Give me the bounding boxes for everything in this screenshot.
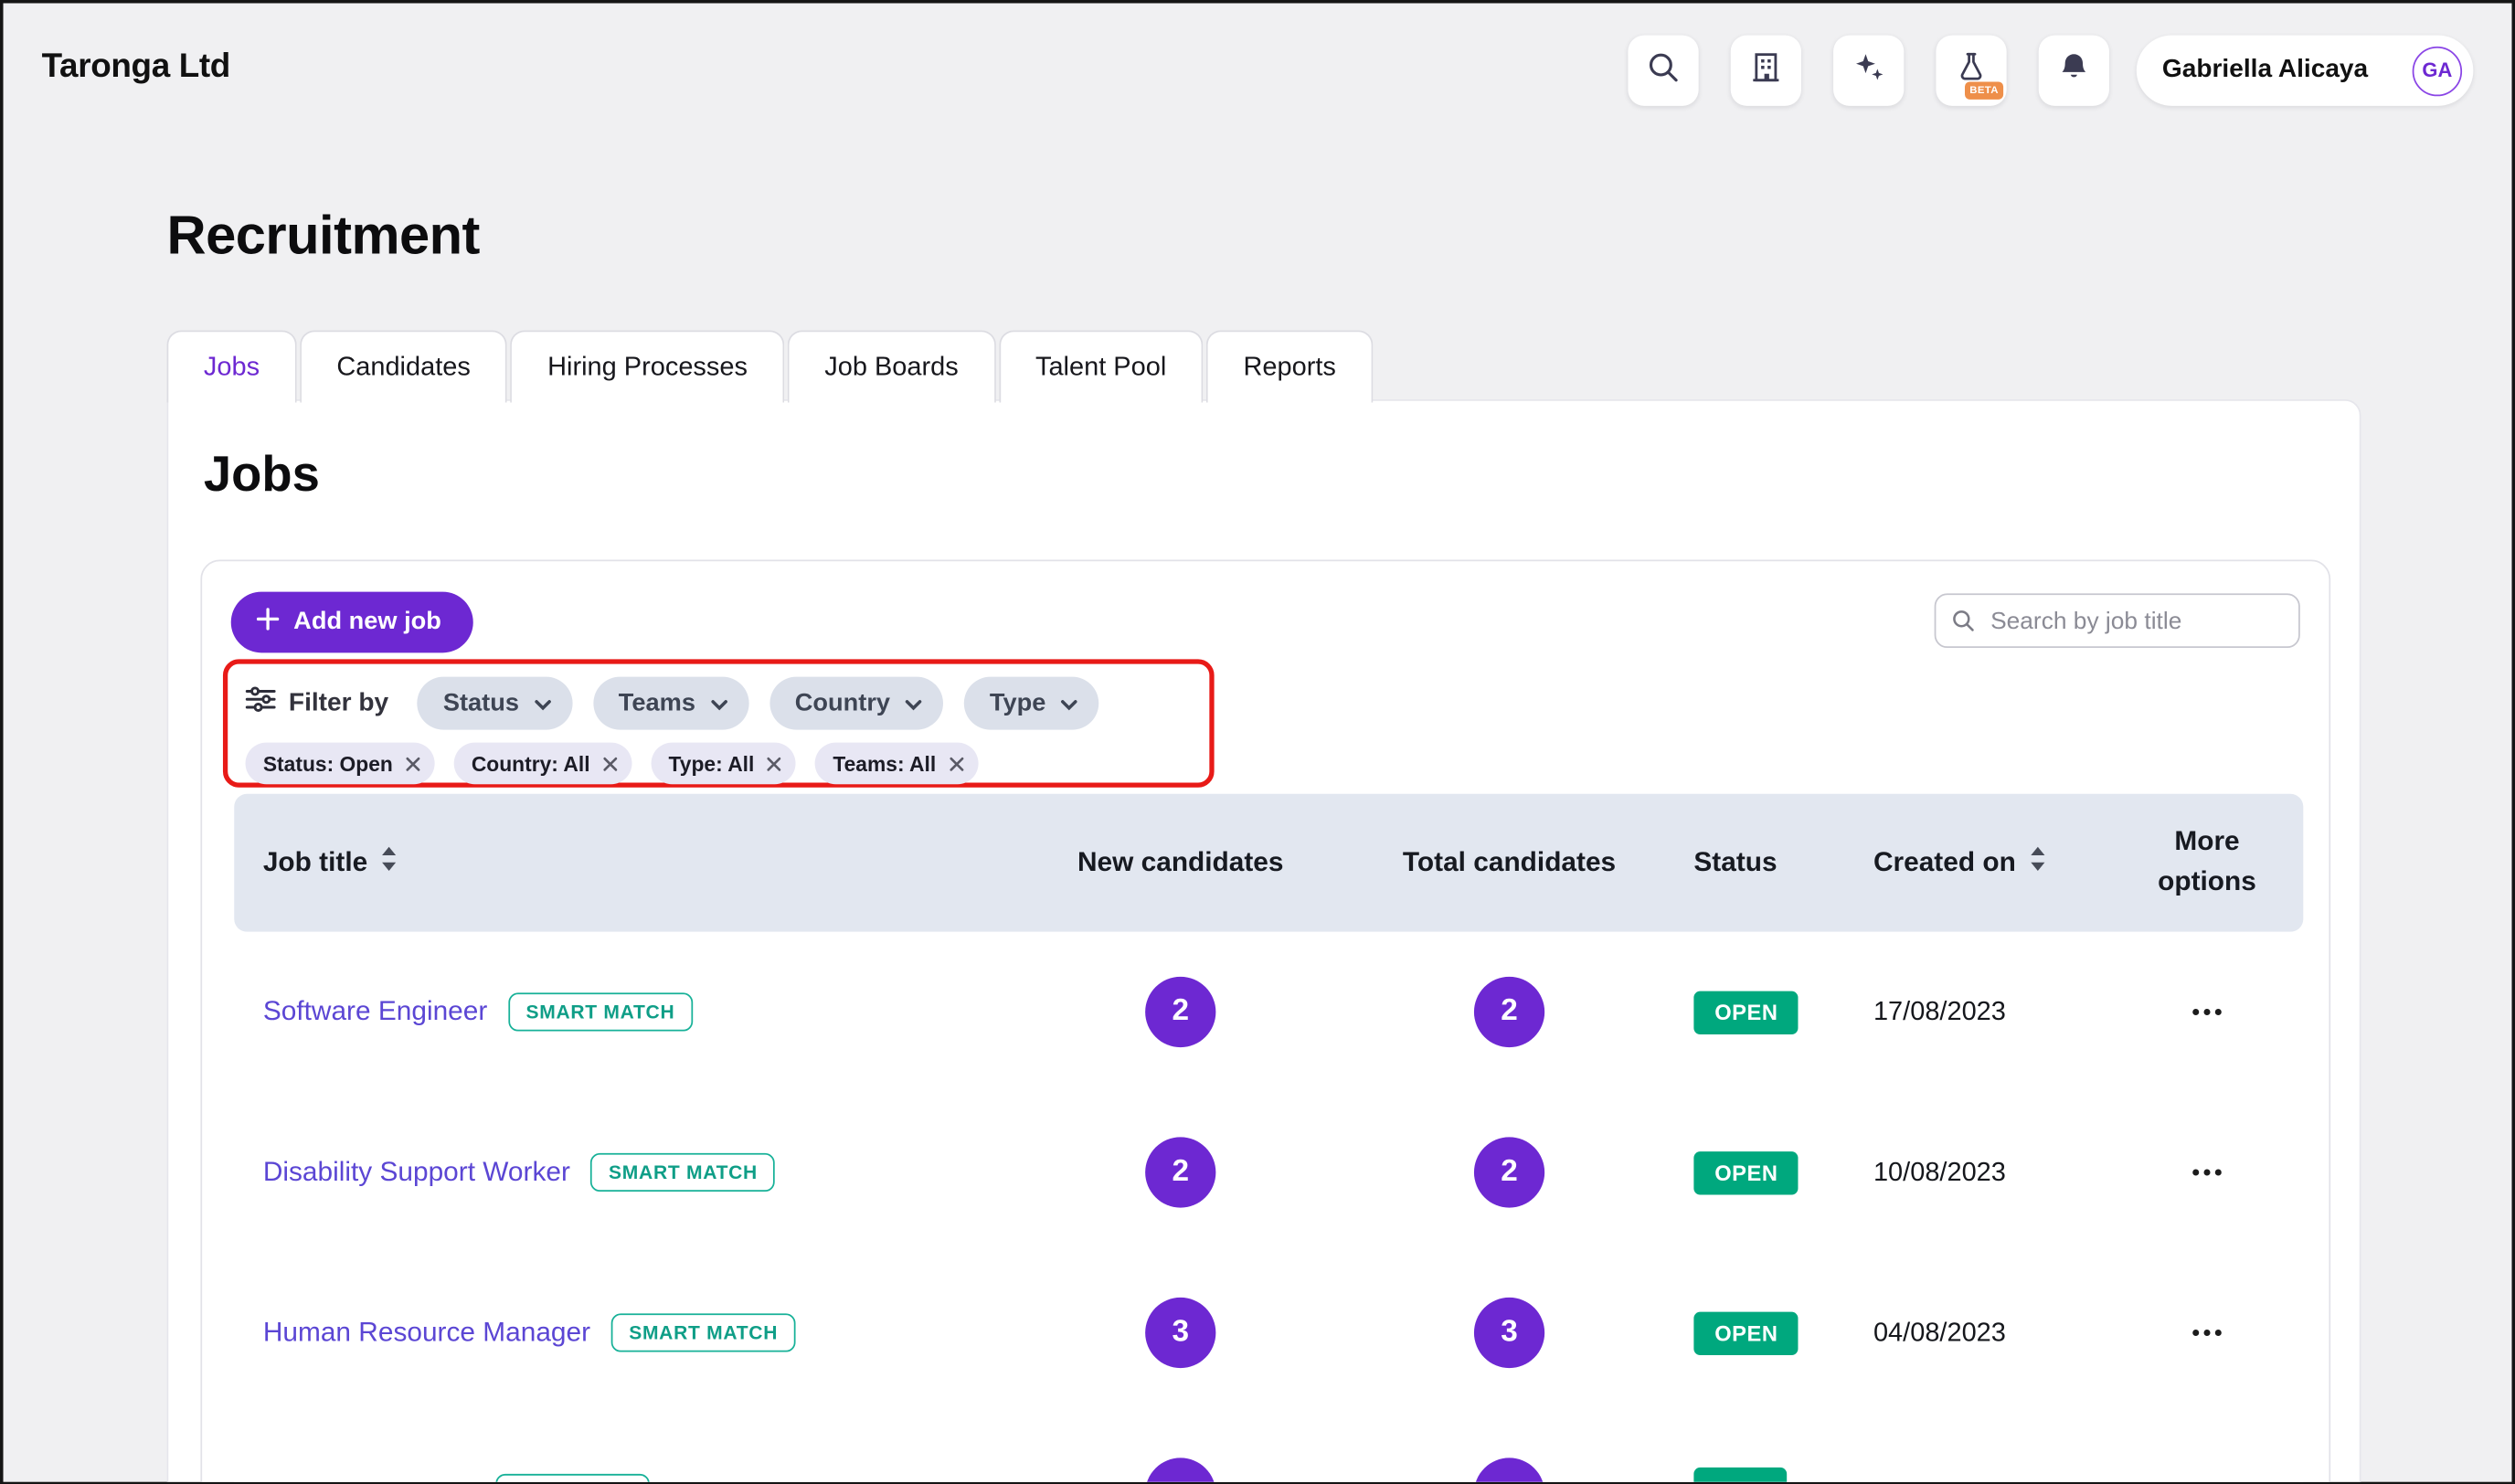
new-candidates-count[interactable]: 2	[1145, 977, 1215, 1047]
tab-job-boards[interactable]: Job Boards	[788, 331, 995, 403]
created-on-date: 04/08/2023	[1822, 1318, 2111, 1348]
add-new-job-button[interactable]: Add new job	[231, 592, 473, 653]
jobs-panel: Jobs Add new job	[167, 399, 2361, 1484]
filter-chip-type-all[interactable]: Type: All	[651, 743, 796, 785]
chevron-down-icon	[534, 689, 551, 718]
new-candidates-count[interactable]	[1145, 1458, 1215, 1484]
total-candidates-count[interactable]: 2	[1474, 1137, 1544, 1207]
plus-icon	[257, 607, 280, 637]
jobs-card: Add new job Filter by	[200, 560, 2330, 1484]
company-name: Taronga Ltd	[42, 48, 230, 87]
filter-chip-country-all[interactable]: Country: All	[454, 743, 632, 785]
jobs-section-title: Jobs	[204, 446, 320, 504]
company-switcher-button[interactable]	[1731, 36, 1801, 106]
status-badge: OPEN	[1693, 1311, 1799, 1354]
smart-match-badge: SMART MATCH	[591, 1153, 776, 1192]
search-job-title-input[interactable]	[1935, 593, 2300, 648]
filter-bar: Filter by Status Teams Country	[246, 677, 1210, 730]
active-filter-chips: Status: Open Country: All Type: All Team…	[246, 743, 1210, 785]
new-candidates-count[interactable]: 3	[1145, 1298, 1215, 1368]
search-icon	[1646, 49, 1682, 92]
job-title-link[interactable]: Human Resource Manager	[263, 1317, 590, 1349]
table-row: Human Resource Manager SMART MATCH 3 3 O…	[234, 1253, 2303, 1414]
filter-chip-teams-all[interactable]: Teams: All	[815, 743, 978, 785]
page-title: Recruitment	[167, 206, 480, 268]
global-search-button[interactable]	[1628, 36, 1698, 106]
job-title-link[interactable]: Disability Support Worker	[263, 1156, 570, 1188]
user-menu[interactable]: Gabriella Alicaya GA	[2137, 36, 2474, 106]
close-icon[interactable]	[949, 751, 963, 775]
filter-highlight-annotation: Filter by Status Teams Country	[223, 659, 1215, 787]
tab-candidates[interactable]: Candidates	[300, 331, 507, 403]
avatar: GA	[2413, 46, 2462, 95]
tab-reports[interactable]: Reports	[1206, 331, 1373, 403]
notification-bell-icon	[2056, 49, 2092, 92]
tab-jobs[interactable]: Jobs	[167, 331, 297, 403]
beta-badge: BETA	[1965, 82, 2003, 100]
labs-beta-button[interactable]: BETA	[1936, 36, 2006, 106]
created-on-date: 10/08/2023	[1822, 1157, 2111, 1187]
status-badge: OPEN	[1693, 1150, 1799, 1193]
column-status: Status	[1646, 847, 1822, 879]
tab-bar: Jobs Candidates Hiring Processes Job Boa…	[167, 331, 1376, 403]
more-options-button[interactable]	[2186, 1317, 2228, 1349]
country-filter-dropdown[interactable]: Country	[769, 677, 943, 730]
total-candidates-count[interactable]: 3	[1474, 1298, 1544, 1368]
more-options-button[interactable]	[2186, 1156, 2228, 1188]
column-created-on[interactable]: Created on	[1822, 845, 2111, 881]
job-search	[1935, 593, 2300, 648]
table-row: Disability Support Worker SMART MATCH 2 …	[234, 1092, 2303, 1253]
column-job-title[interactable]: Job title	[234, 845, 988, 881]
job-title-link[interactable]: Software Engineer	[263, 996, 487, 1028]
chevron-down-icon	[905, 689, 922, 718]
screenshot-stage: Taronga Ltd BETA Gabriella Alicaya GA Re…	[0, 0, 2515, 1484]
user-name: Gabriella Alicaya	[2162, 56, 2368, 85]
type-filter-dropdown[interactable]: Type	[964, 677, 1098, 730]
tab-talent-pool[interactable]: Talent Pool	[999, 331, 1204, 403]
status-badge: OPEN	[1693, 991, 1799, 1034]
filter-by-label: Filter by	[246, 686, 389, 720]
ai-assistant-button[interactable]	[1833, 36, 1904, 106]
created-on-date: 17/08/2023	[1822, 997, 2111, 1027]
status-badge	[1693, 1468, 1787, 1484]
table-row: Software Engineer SMART MATCH 2 2 OPEN 1…	[234, 932, 2303, 1093]
sliders-icon	[246, 686, 276, 720]
sort-icon[interactable]	[2029, 845, 2046, 881]
column-new-candidates: New candidates	[988, 847, 1373, 879]
notifications-button[interactable]	[2039, 36, 2109, 106]
tab-hiring-processes[interactable]: Hiring Processes	[511, 331, 785, 403]
close-icon[interactable]	[603, 751, 618, 775]
company-icon	[1748, 49, 1784, 92]
status-filter-dropdown[interactable]: Status	[418, 677, 572, 730]
table-row-partial	[234, 1413, 2303, 1484]
total-candidates-count[interactable]	[1474, 1458, 1544, 1484]
column-total-candidates: Total candidates	[1373, 847, 1645, 879]
new-candidates-count[interactable]: 2	[1145, 1137, 1215, 1207]
ai-sparkles-icon	[1851, 49, 1886, 92]
filter-chip-status-open[interactable]: Status: Open	[246, 743, 435, 785]
close-icon[interactable]	[767, 751, 781, 775]
smart-match-badge: SMART MATCH	[508, 992, 693, 1031]
sort-icon[interactable]	[380, 845, 398, 881]
chevron-down-icon	[1060, 689, 1077, 718]
smart-match-badge: SMART MATCH	[611, 1313, 796, 1352]
close-icon[interactable]	[406, 751, 420, 775]
total-candidates-count[interactable]: 2	[1474, 977, 1544, 1047]
more-options-button[interactable]	[2186, 996, 2228, 1028]
add-new-job-label: Add new job	[293, 608, 441, 637]
column-more-options: More options	[2111, 823, 2304, 902]
smart-match-badge	[495, 1473, 649, 1484]
app-window: Taronga Ltd BETA Gabriella Alicaya GA Re…	[0, 0, 2515, 1484]
jobs-table-body: Software Engineer SMART MATCH 2 2 OPEN 1…	[234, 932, 2303, 1484]
teams-filter-dropdown[interactable]: Teams	[593, 677, 748, 730]
chevron-down-icon	[710, 689, 727, 718]
jobs-table-header: Job title New candidates Total candidate…	[234, 794, 2303, 932]
